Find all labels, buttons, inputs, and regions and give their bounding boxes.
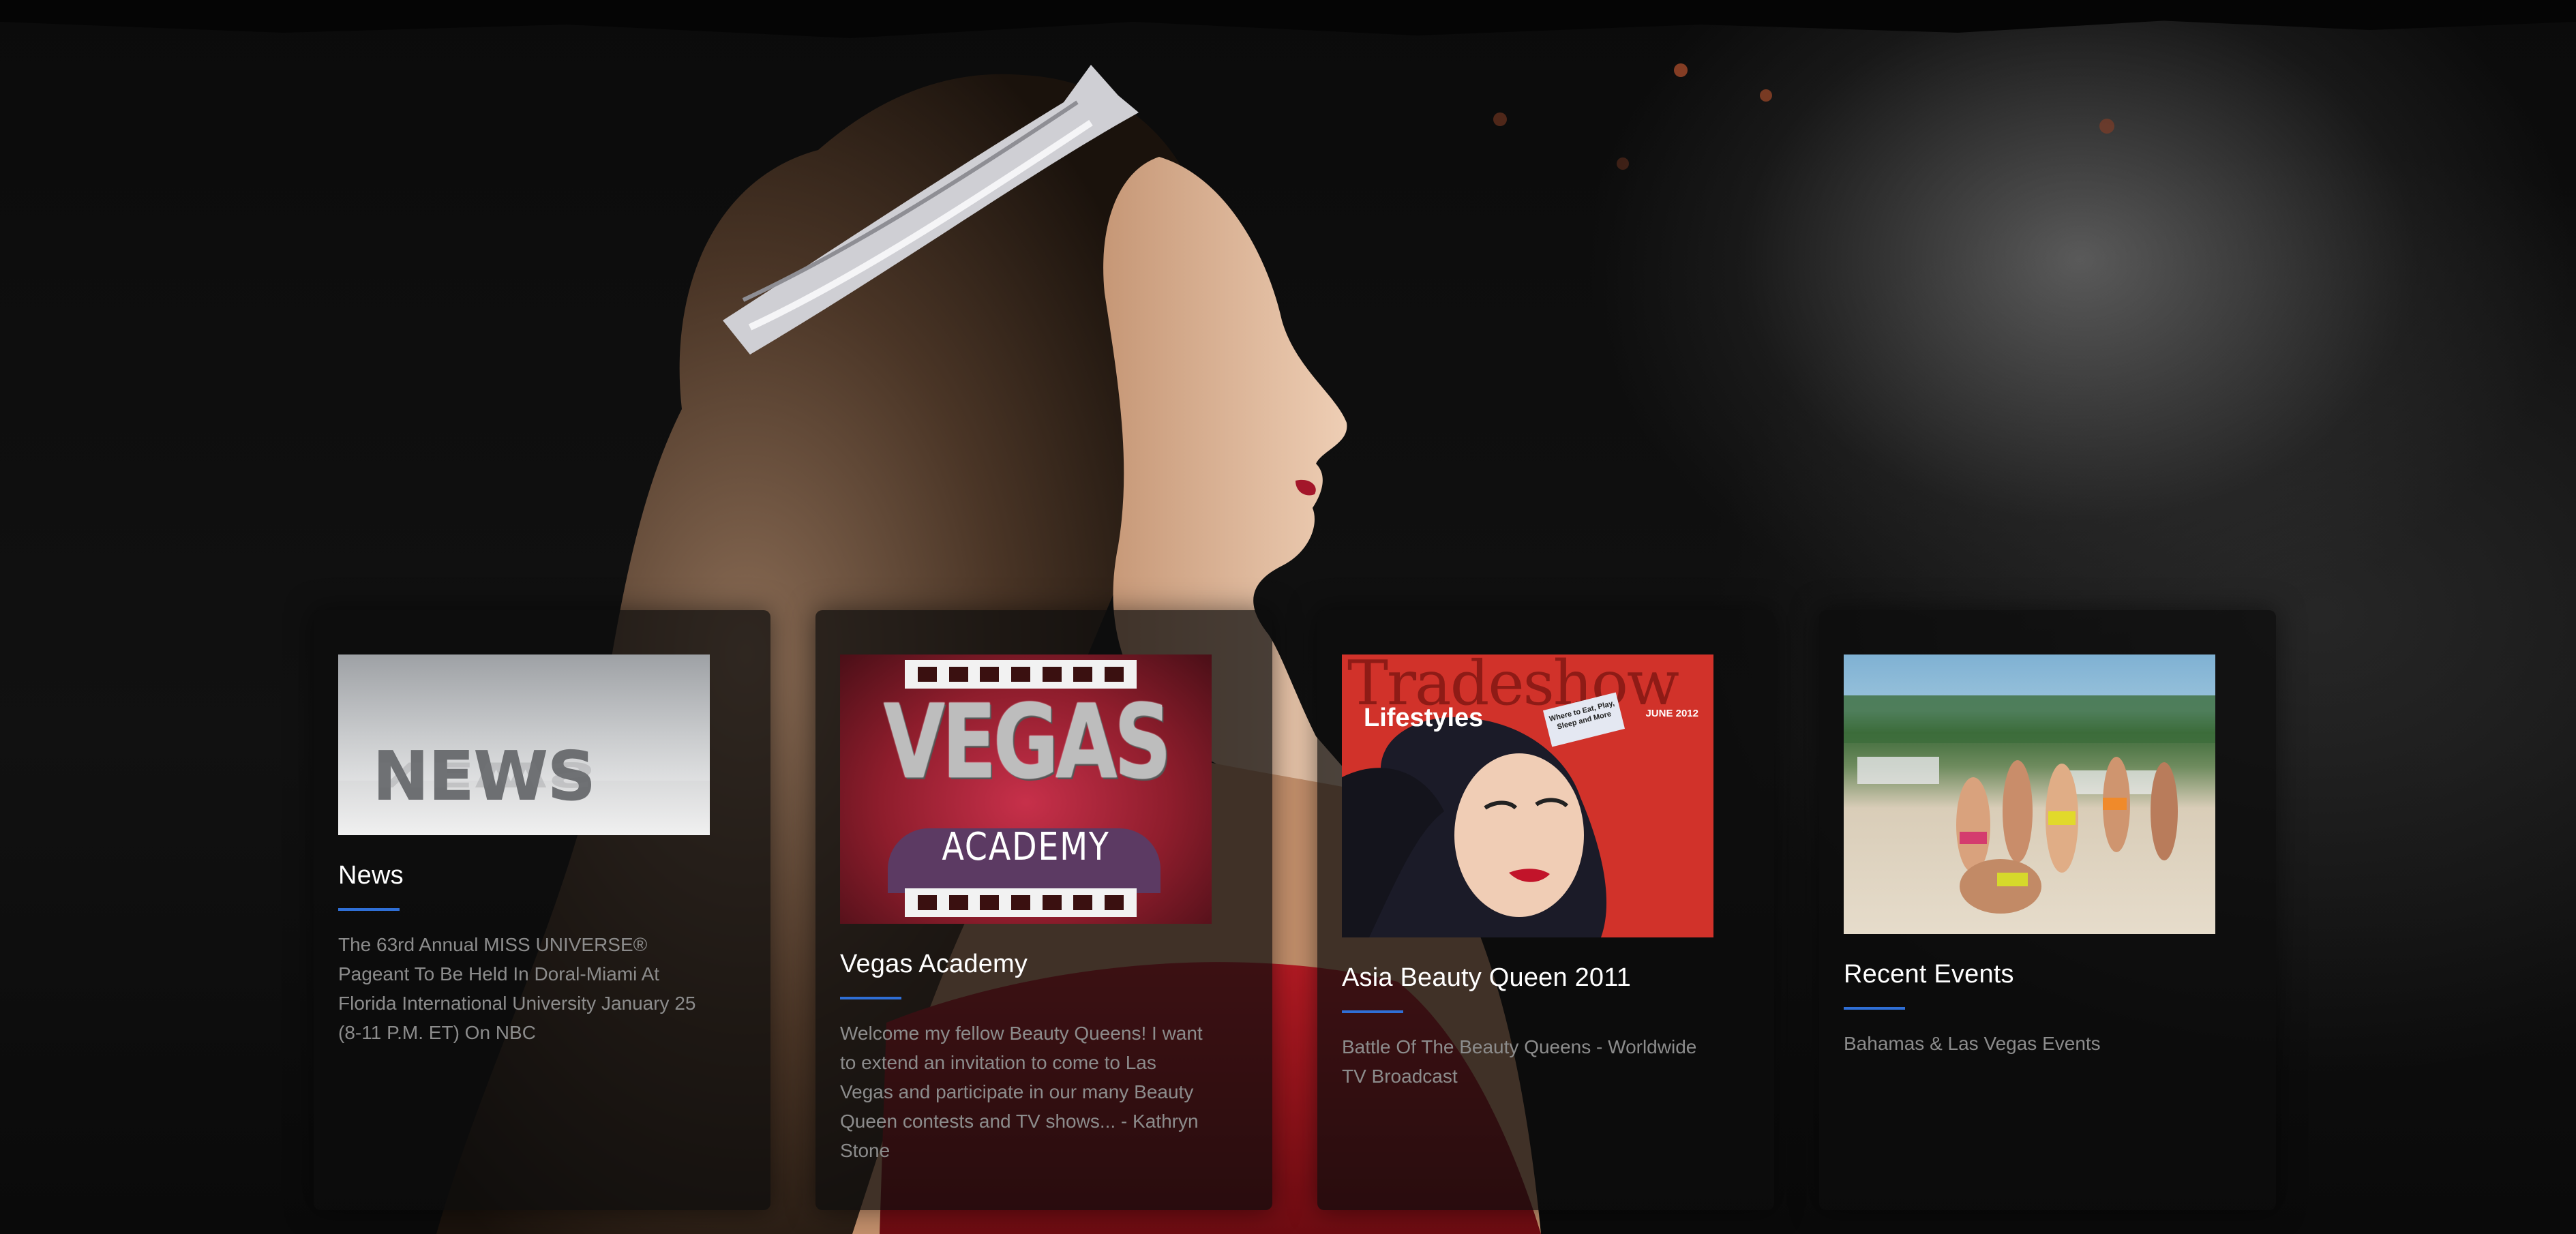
vegas-logo-text: VEGAS [883, 683, 1172, 802]
magazine-section: Lifestyles [1364, 704, 1484, 732]
card-title[interactable]: Asia Beauty Queen 2011 [1342, 963, 1733, 993]
beach-photo-art [1844, 695, 2215, 914]
card-divider [1844, 1007, 1905, 1010]
card-divider [338, 908, 400, 911]
card-vegas-academy[interactable]: VEGAS ACADEMY Vegas Academy Welcome my f… [815, 610, 1272, 1210]
card-title[interactable]: Vegas Academy [840, 950, 1231, 979]
feature-cards: NEWS NEWS News The 63rd Annual MISS UNIV… [314, 610, 2276, 1210]
card-text: Bahamas & Las Vegas Events [1844, 1033, 2101, 1054]
card-news[interactable]: NEWS NEWS News The 63rd Annual MISS UNIV… [314, 610, 770, 1210]
card-news-image[interactable]: NEWS NEWS [338, 654, 710, 835]
academy-logo-text: ACADEMY [942, 825, 1110, 869]
film-strip-bottom [905, 888, 1137, 917]
card-recent-events[interactable]: Recent Events Bahamas & Las Vegas Events [1819, 610, 2276, 1210]
card-title[interactable]: Recent Events [1844, 960, 2235, 989]
card-title[interactable]: News [338, 861, 730, 890]
card-divider [840, 997, 901, 999]
card-text: Welcome my fellow Beauty Queens! I want … [840, 1023, 1203, 1161]
news-image-reflection: NEWS [372, 754, 595, 795]
card-vegas-academy-image[interactable]: VEGAS ACADEMY [840, 654, 1212, 924]
card-asia-beauty-queen-image[interactable]: Tradeshow Lifestyles JUNE 2012 Where to … [1342, 654, 1713, 937]
magazine-issue: JUNE 2012 [1645, 708, 1698, 719]
card-divider [1342, 1010, 1403, 1013]
card-recent-events-image[interactable] [1844, 654, 2215, 934]
card-text: Battle Of The Beauty Queens - Worldwide … [1342, 1036, 1697, 1087]
page: NEWS NEWS News The 63rd Annual MISS UNIV… [0, 0, 2576, 1234]
card-text: The 63rd Annual MISS UNIVERSE® Pageant T… [338, 934, 696, 1043]
card-asia-beauty-queen[interactable]: Tradeshow Lifestyles JUNE 2012 Where to … [1317, 610, 1774, 1210]
